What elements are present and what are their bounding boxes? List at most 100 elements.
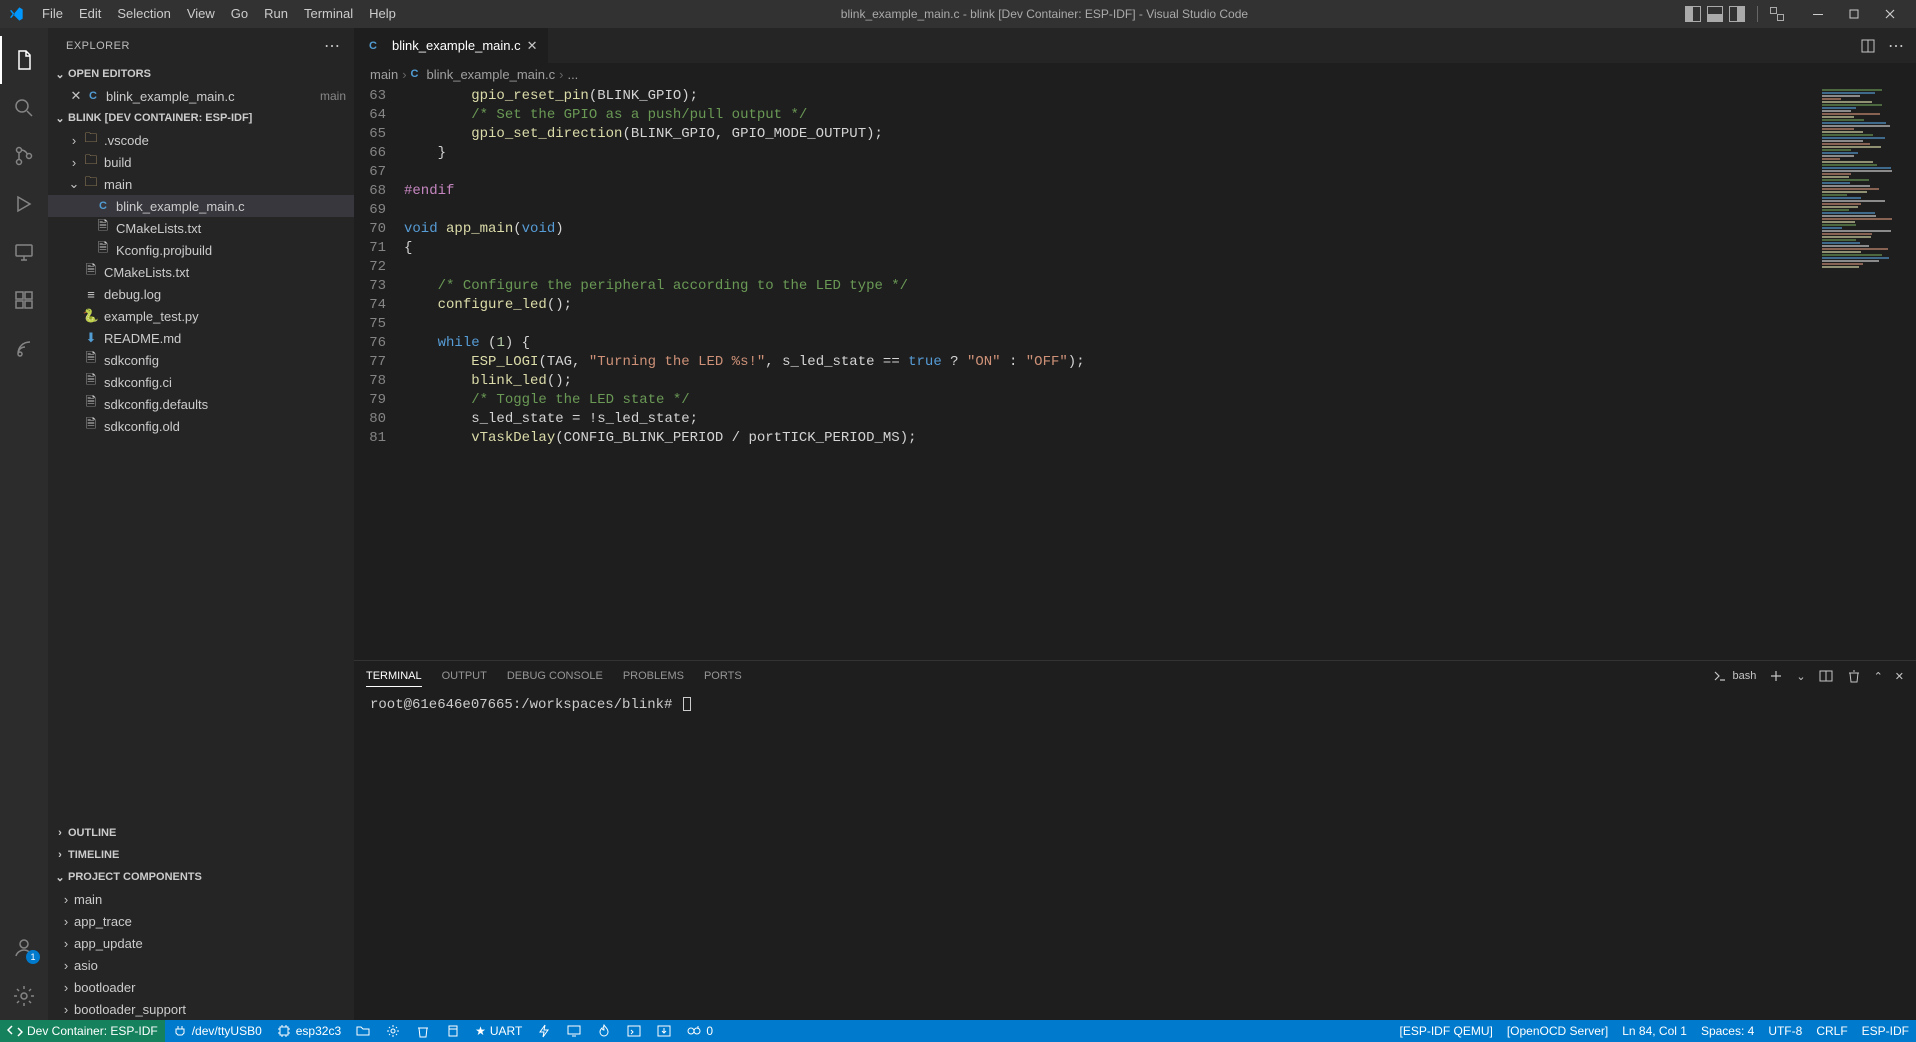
chevron-down-icon[interactable]: ⌄ [1796,670,1805,683]
terminal-body[interactable]: root@61e646e07665:/workspaces/blink# [354,691,1916,1020]
sidebar-more-icon[interactable]: ⋯ [324,36,342,56]
status-remote[interactable]: Dev Container: ESP-IDF [0,1020,165,1042]
file-item[interactable]: ≡debug.log [48,283,354,305]
status-item[interactable]: CRLF [1809,1020,1854,1042]
breadcrumb[interactable]: main › C blink_example_main.c › ... [354,63,1916,85]
component-item[interactable]: ›main [48,888,354,910]
status-terminal-icon[interactable] [619,1020,649,1042]
activity-debug[interactable] [0,180,48,228]
file-item[interactable]: 🐍example_test.py [48,305,354,327]
layout-grid-icon[interactable] [1770,7,1784,21]
menu-terminal[interactable]: Terminal [296,0,361,28]
vscode-logo-icon [8,6,24,22]
menu-selection[interactable]: Selection [109,0,178,28]
menu-view[interactable]: View [179,0,223,28]
panel-tab-debug-console[interactable]: DEBUG CONSOLE [507,666,603,687]
section-project-components[interactable]: ⌄ PROJECT COMPONENTS [48,866,354,888]
breadcrumb-item[interactable]: main [370,67,398,82]
tab-close-icon[interactable]: ✕ [527,38,538,54]
split-terminal-icon[interactable] [1818,668,1834,684]
status-port[interactable]: /dev/ttyUSB0 [165,1020,269,1042]
open-editor-item[interactable]: ✕Cblink_example_main.cmain [48,85,354,107]
file-item[interactable]: 🗎CMakeLists.txt [48,217,354,239]
editor-more-icon[interactable]: ⋯ [1888,36,1906,56]
status-item[interactable]: Spaces: 4 [1694,1020,1761,1042]
code-editor[interactable]: 63 64 65 66 67 68 69 70 71 72 73 74 75 7… [354,85,1916,660]
status-settings-icon[interactable] [378,1020,408,1042]
minimap[interactable] [1816,85,1916,660]
menu-run[interactable]: Run [256,0,296,28]
status-build-icon[interactable] [438,1020,468,1042]
activity-remote-explorer[interactable] [0,228,48,276]
status-download-icon[interactable] [649,1020,679,1042]
menu-help[interactable]: Help [361,0,404,28]
status-monitor-icon[interactable] [559,1020,589,1042]
minimize-button[interactable] [1800,0,1836,28]
file-item[interactable]: 🗎Kconfig.projbuild [48,239,354,261]
file-item[interactable]: ⬇README.md [48,327,354,349]
close-button[interactable] [1872,0,1908,28]
file-item[interactable]: 🗎sdkconfig.old [48,415,354,437]
activity-search[interactable] [0,84,48,132]
status-item[interactable]: ESP-IDF [1855,1020,1916,1042]
maximize-button[interactable] [1836,0,1872,28]
code-body[interactable]: gpio_reset_pin(BLINK_GPIO); /* Set the G… [404,85,1816,660]
component-item[interactable]: ›bootloader_support [48,998,354,1020]
component-item[interactable]: ›app_trace [48,910,354,932]
component-item[interactable]: ›bootloader [48,976,354,998]
c-file-icon: C [84,90,102,102]
section-timeline[interactable]: › TIMELINE [48,844,354,866]
status-clean-icon[interactable] [408,1020,438,1042]
status-chip-label: esp32c3 [296,1024,341,1038]
menu-go[interactable]: Go [223,0,256,28]
section-open-editors[interactable]: ⌄ OPEN EDITORS [48,63,354,85]
file-item[interactable]: 🗎CMakeLists.txt [48,261,354,283]
folder-item[interactable]: ⌄🗀main [48,173,354,195]
split-editor-icon[interactable] [1860,38,1876,54]
activity-espressif[interactable] [0,324,48,372]
activity-extensions[interactable] [0,276,48,324]
status-item[interactable]: [ESP-IDF QEMU] [1393,1020,1500,1042]
status-item[interactable]: UTF-8 [1761,1020,1809,1042]
maximize-panel-icon[interactable]: ⌃ [1874,670,1883,683]
section-outline[interactable]: › OUTLINE [48,822,354,844]
toggle-panel-right-icon[interactable] [1729,6,1745,22]
menu-edit[interactable]: Edit [71,0,109,28]
status-flash-icon[interactable] [529,1020,559,1042]
toggle-panel-left-icon[interactable] [1685,6,1701,22]
status-errors[interactable]: 0 [679,1020,720,1042]
component-item[interactable]: ›asio [48,954,354,976]
component-item[interactable]: ›app_update [48,932,354,954]
activity-settings[interactable] [0,972,48,1020]
activity-scm[interactable] [0,132,48,180]
panel-tab-output[interactable]: OUTPUT [442,666,487,687]
breadcrumb-item[interactable]: ... [567,67,578,82]
tab-blink-example-main[interactable]: C blink_example_main.c ✕ [354,28,549,63]
breadcrumb-item[interactable]: blink_example_main.c [426,67,555,82]
close-icon[interactable]: ✕ [68,88,84,104]
toggle-panel-bottom-icon[interactable] [1707,6,1723,22]
new-terminal-icon[interactable] [1768,668,1784,684]
panel-tab-terminal[interactable]: TERMINAL [366,666,422,687]
file-item[interactable]: Cblink_example_main.c [48,195,354,217]
status-uart[interactable]: ★UART [468,1020,529,1042]
activity-explorer[interactable] [0,36,48,84]
status-item[interactable]: Ln 84, Col 1 [1615,1020,1694,1042]
section-workspace[interactable]: ⌄ BLINK [DEV CONTAINER: ESP-IDF] [48,107,354,129]
activity-accounts[interactable]: 1 [0,924,48,972]
folder-item[interactable]: ›🗀build [48,151,354,173]
status-fire-icon[interactable] [589,1020,619,1042]
panel-tab-ports[interactable]: PORTS [704,666,742,687]
status-sdkconfig-icon[interactable] [348,1020,378,1042]
terminal-shell-indicator[interactable]: bash [1712,668,1756,684]
close-panel-icon[interactable]: ✕ [1895,670,1904,683]
file-item[interactable]: 🗎sdkconfig.defaults [48,393,354,415]
kill-terminal-icon[interactable] [1846,668,1862,684]
status-item[interactable]: [OpenOCD Server] [1500,1020,1615,1042]
status-chip[interactable]: esp32c3 [269,1020,348,1042]
file-item[interactable]: 🗎sdkconfig [48,349,354,371]
folder-item[interactable]: ›🗀.vscode [48,129,354,151]
menu-file[interactable]: File [34,0,71,28]
file-item[interactable]: 🗎sdkconfig.ci [48,371,354,393]
panel-tab-problems[interactable]: PROBLEMS [623,666,684,687]
